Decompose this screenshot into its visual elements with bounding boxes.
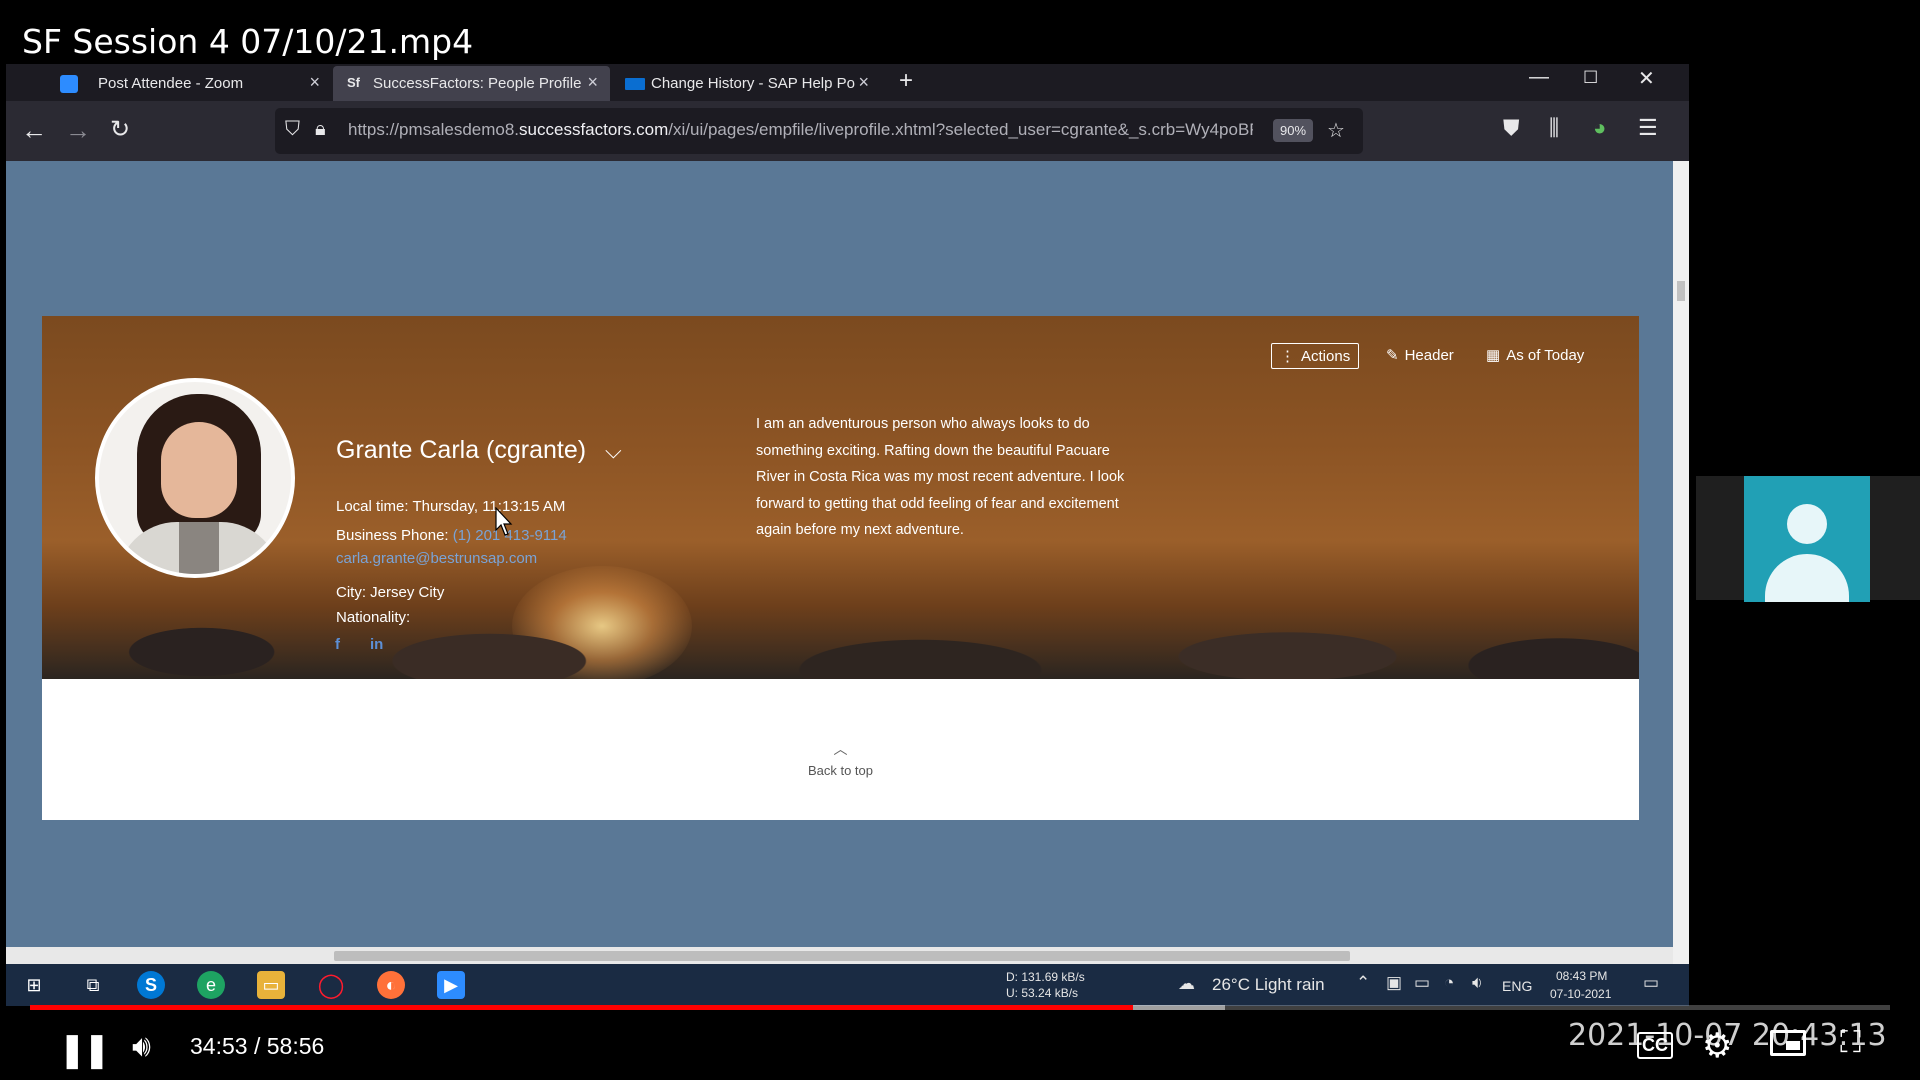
close-tab-icon[interactable]: × — [587, 72, 598, 93]
file-explorer-icon[interactable]: ▭ — [257, 971, 285, 999]
minimize-button[interactable]: — — [1529, 66, 1549, 89]
task-view-icon[interactable]: ⧉ — [79, 971, 107, 999]
zoom-level-badge[interactable]: 90% — [1273, 119, 1314, 142]
back-arrow-icon[interactable]: ← — [21, 115, 47, 145]
clock-date[interactable]: 07-10-2021 — [1550, 987, 1611, 1001]
chevron-up-icon[interactable]: ⌃ — [1356, 973, 1370, 993]
lock-icon[interactable]: 🔒︎ — [315, 118, 326, 141]
current-time: 34:53 — [190, 1033, 248, 1059]
shield-icon[interactable]: ⛉ — [285, 118, 300, 141]
linkedin-icon[interactable]: in — [370, 636, 383, 653]
miniplayer-icon[interactable] — [1770, 1030, 1806, 1056]
mouse-cursor-icon — [495, 507, 513, 536]
extension-icon[interactable]: ◕ — [1593, 115, 1606, 141]
facebook-icon[interactable]: f — [335, 636, 340, 653]
battery-icon[interactable]: ▭ — [1414, 973, 1430, 993]
url-text[interactable]: https://pmsalesdemo8.successfactors.com/… — [348, 120, 1253, 140]
skype-icon[interactable]: S — [137, 971, 165, 999]
sap-icon — [625, 78, 645, 90]
profile-photo[interactable] — [95, 378, 295, 578]
close-tab-icon[interactable]: × — [309, 72, 320, 93]
library-icon[interactable]: ⫼ — [1549, 115, 1559, 141]
address-bar[interactable]: ⛉ 🔒︎ https://pmsalesdemo8.successfactors… — [275, 108, 1363, 154]
profile-card-footer: ︿ Back to top — [42, 679, 1639, 820]
caret-up-icon: ︿ — [833, 741, 848, 757]
url-suffix: /xi/ui/pages/empfile/liveprofile.xhtml?s… — [668, 120, 1253, 139]
tab-successfactors[interactable]: Sf SuccessFactors: People Profile × — [333, 66, 610, 101]
participant-video-tile[interactable] — [1744, 476, 1870, 602]
exit-fullscreen-icon[interactable]: ⛶ — [1840, 1026, 1861, 1060]
person-icon — [1787, 504, 1827, 544]
close-window-button[interactable]: ✕ — [1638, 66, 1655, 91]
local-time: Local time: Thursday, 11:13:15 AM — [336, 498, 566, 515]
email-link[interactable]: carla.grante@bestrunsap.com — [336, 550, 537, 567]
business-phone: Business Phone: (1) 201 413-9114 — [336, 527, 567, 544]
url-prefix: https://pmsalesdemo8. — [348, 120, 520, 139]
edge-icon[interactable]: e — [197, 971, 225, 999]
windows-start-icon[interactable]: ⊞ — [20, 971, 48, 999]
pause-icon[interactable]: ❚❚ — [58, 1030, 111, 1070]
meet-now-icon[interactable]: ▣ — [1386, 973, 1402, 993]
pocket-icon[interactable]: ⛊ — [1503, 115, 1520, 141]
tab-bar: Post Attendee - Zoom × Sf SuccessFactors… — [6, 64, 1689, 101]
forward-arrow-icon[interactable]: → — [65, 115, 91, 145]
settings-gear-icon[interactable]: ⚙ — [1702, 1026, 1732, 1066]
weather-text[interactable]: 26°C Light rain — [1212, 975, 1325, 995]
language-indicator[interactable]: ENG — [1502, 978, 1532, 994]
captions-icon[interactable]: CC — [1637, 1032, 1673, 1059]
successfactors-icon: Sf — [347, 75, 360, 90]
duration: 58:56 — [266, 1033, 325, 1059]
video-player[interactable]: SF Session 4 07/10/21.mp4 Post Attendee … — [0, 0, 1920, 1080]
video-title: SF Session 4 07/10/21.mp4 — [22, 22, 474, 61]
url-domain: successfactors.com — [519, 120, 669, 139]
cloud-rain-icon[interactable]: ☁ — [1178, 974, 1195, 994]
actions-button[interactable]: ⋮ Actions — [1271, 343, 1360, 369]
horizontal-scrollbar[interactable] — [6, 947, 1673, 964]
close-tab-icon[interactable]: × — [858, 72, 869, 93]
tab-sap-help[interactable]: Change History - SAP Help Por × — [611, 66, 881, 101]
time-separator: / — [253, 1033, 261, 1059]
tab-label: Change History - SAP Help Por — [651, 75, 856, 92]
more-vertical-icon: ⋮ — [1280, 348, 1295, 365]
volume-icon[interactable]: 🔉︎ — [1472, 973, 1483, 993]
reload-icon[interactable]: ↻ — [110, 115, 130, 145]
browser-window: Post Attendee - Zoom × Sf SuccessFactors… — [6, 64, 1689, 1006]
progress-played[interactable] — [30, 1005, 1133, 1010]
pencil-icon: ✎ — [1386, 347, 1399, 364]
page-content: Grante Carla (cgrante) ⌵ Local time: Thu… — [6, 161, 1673, 947]
bookmark-star-icon[interactable]: ☆ — [1327, 118, 1345, 143]
back-to-top-link[interactable]: ︿ Back to top — [42, 739, 1639, 778]
time-display: 34:53 / 58:56 — [190, 1033, 324, 1060]
cloud-silhouettes — [42, 589, 1639, 679]
opera-icon[interactable]: ◯ — [317, 971, 345, 999]
clock-time[interactable]: 08:43 PM — [1556, 969, 1607, 983]
windows-taskbar: ⊞ ⧉ S e ▭ ◯ ◐ ▶ D: 131.69 kB/s U: 53.24 … — [6, 964, 1689, 1006]
zoom-icon — [60, 75, 78, 93]
calendar-icon: ▦ — [1486, 347, 1501, 364]
tab-label: SuccessFactors: People Profile — [373, 75, 582, 92]
net-download-speed: D: 131.69 kB/s — [1006, 970, 1085, 984]
vertical-scrollbar[interactable] — [1673, 161, 1689, 964]
new-tab-button[interactable]: + — [899, 67, 913, 95]
hamburger-menu-icon[interactable]: ☰ — [1638, 115, 1658, 141]
navigation-bar: ← → ↻ ⛉ 🔒︎ https://pmsalesdemo8.successf… — [6, 101, 1689, 161]
tab-zoom[interactable]: Post Attendee - Zoom × — [6, 66, 332, 101]
zoom-app-icon[interactable]: ▶ — [437, 971, 465, 999]
net-upload-speed: U: 53.24 kB/s — [1006, 986, 1079, 1000]
volume-button-icon[interactable]: 🔊︎ — [132, 1030, 151, 1064]
nationality-label: Nationality: — [336, 609, 411, 626]
firefox-icon[interactable]: ◐ — [377, 971, 405, 999]
wifi-icon[interactable]: ◔ — [1444, 973, 1454, 993]
maximize-button[interactable]: ☐ — [1583, 68, 1598, 88]
header-edit-button[interactable]: ✎ Header — [1386, 346, 1454, 365]
profile-header-card: Grante Carla (cgrante) ⌵ Local time: Thu… — [42, 316, 1639, 686]
city: City: Jersey City — [336, 584, 445, 601]
profile-bio: I am an adventurous person who always lo… — [756, 416, 1125, 538]
tab-label: Post Attendee - Zoom — [98, 75, 244, 92]
chevron-down-icon[interactable]: ⌵ — [605, 438, 622, 464]
notification-icon[interactable]: ▭ — [1643, 973, 1659, 993]
as-of-today-button[interactable]: ▦ As of Today — [1486, 346, 1584, 365]
employee-name: Grante Carla (cgrante) — [336, 436, 587, 464]
